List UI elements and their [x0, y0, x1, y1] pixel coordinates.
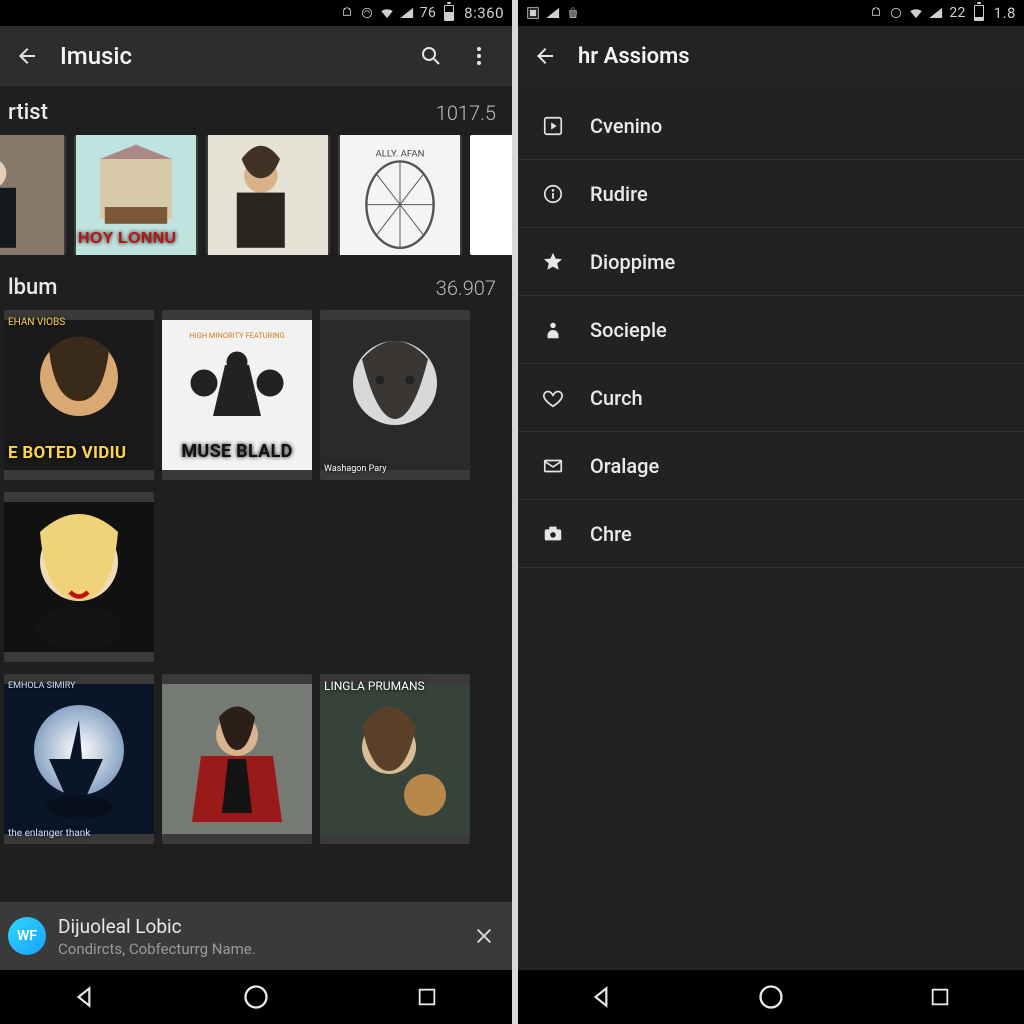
album-thumb[interactable]: EMHOLA SIMIRY the enlanger thank [4, 674, 154, 844]
artist-caption: HOY LONNU [78, 232, 194, 245]
back-button[interactable] [6, 35, 48, 77]
phone-right: 22 1.8 hr Assioms Cvenino Rudire Dioppim… [512, 0, 1024, 1024]
menu-item-label: Rudire [590, 182, 648, 206]
appbar-title: Imusic [54, 42, 404, 70]
bag-icon [566, 6, 580, 20]
battery-percent: 76 [420, 5, 436, 21]
artist-thumb[interactable]: ALLY. AFAN [338, 135, 462, 255]
album-thumb[interactable] [4, 492, 154, 662]
heart-icon [540, 385, 566, 411]
app-bar: Imusic [0, 26, 512, 86]
info-icon [540, 181, 566, 207]
sync-icon [889, 6, 903, 20]
menu-item-oralage[interactable]: Oralage [518, 432, 1024, 500]
section-artist-label: rtist [8, 100, 48, 125]
person-icon [540, 317, 566, 343]
album-thumb[interactable]: EHAN VIOBS E BOTED VIDIU [4, 310, 154, 480]
system-nav-bar [518, 970, 1024, 1024]
svg-text:ALLY. AFAN: ALLY. AFAN [375, 149, 424, 160]
nav-recents-button[interactable] [916, 973, 964, 1021]
battery-icon [972, 6, 986, 20]
album-caption: EMHOLA SIMIRY [8, 680, 150, 693]
section-album-count: 36.907 [436, 276, 496, 300]
wifi-icon [909, 6, 923, 20]
now-playing-bar[interactable]: WF Dijuoleal Lobic Condircts, Cobfecturr… [0, 902, 512, 970]
signal-icon [929, 6, 943, 20]
menu-item-chre[interactable]: Chre [518, 500, 1024, 568]
album-caption: E BOTED VIDIU [8, 447, 150, 460]
album-caption: Washagon Pary [324, 463, 466, 476]
album-row[interactable]: EHAN VIOBS E BOTED VIDIU HIGH MINORITY F… [0, 310, 512, 486]
mail-icon [540, 453, 566, 479]
menu-item-socieple[interactable]: Socieple [518, 296, 1024, 364]
artist-row[interactable]: HOY LONNU ALLY. AFAN [0, 135, 512, 261]
album-row[interactable]: EMHOLA SIMIRY the enlanger thank LINGLA … [0, 668, 512, 850]
artist-thumb[interactable] [0, 135, 66, 255]
menu-item-dioppime[interactable]: Dioppime [518, 228, 1024, 296]
star-icon [540, 249, 566, 275]
android-icon [340, 6, 354, 20]
wifi-icon [380, 6, 394, 20]
album-caption: the enlanger thank [8, 827, 150, 840]
battery-icon [442, 6, 456, 20]
album-thumb[interactable]: Washagon Pary [320, 310, 470, 480]
album-thumb[interactable]: HIGH MINORITY FEATURING MUSE BLALD [162, 310, 312, 480]
album-caption: LINGLA PRUMANS [324, 680, 466, 693]
status-clock: 1.8 [994, 4, 1016, 22]
album-caption: EHAN VIOBS [8, 316, 150, 329]
content-area: rtist 1017.5 HOY LONNU ALLY. AFAN lbum 3… [0, 86, 512, 1024]
menu-item-cvenino[interactable]: Cvenino [518, 92, 1024, 160]
nav-back-button[interactable] [578, 973, 626, 1021]
menu-item-rudire[interactable]: Rudire [518, 160, 1024, 228]
now-playing-text: Dijuoleal Lobic Condircts, Cobfecturrg N… [58, 915, 454, 958]
sync-icon [360, 6, 374, 20]
search-button[interactable] [410, 35, 452, 77]
nav-home-button[interactable] [232, 973, 280, 1021]
nav-back-button[interactable] [61, 973, 109, 1021]
android-icon [869, 6, 883, 20]
menu-item-label: Dioppime [590, 250, 675, 274]
menu-item-label: Chre [590, 522, 632, 546]
artist-thumb[interactable] [206, 135, 330, 255]
album-row[interactable] [0, 486, 512, 668]
menu-item-label: Oralage [590, 454, 659, 478]
menu-item-label: Curch [590, 386, 643, 410]
status-bar: 76 8:360 [0, 0, 512, 26]
now-playing-title: Dijuoleal Lobic [58, 915, 454, 938]
appbar-title: hr Assioms [572, 44, 1012, 69]
menu-item-curch[interactable]: Curch [518, 364, 1024, 432]
app-bar: hr Assioms [518, 26, 1024, 86]
play-icon [540, 113, 566, 139]
system-nav-bar [0, 970, 512, 1024]
svg-text:HIGH MINORITY FEATURING: HIGH MINORITY FEATURING [189, 331, 285, 340]
menu-item-label: Cvenino [590, 114, 662, 138]
content-area: Cvenino Rudire Dioppime Socieple Curch O [518, 86, 1024, 1024]
album-thumb[interactable]: LINGLA PRUMANS [320, 674, 470, 844]
signal-icon [400, 6, 414, 20]
back-button[interactable] [524, 35, 566, 77]
phone-left: 76 8:360 Imusic rtist 1017.5 HOY LON [0, 0, 512, 1024]
artist-thumb[interactable] [470, 135, 512, 255]
section-album-header[interactable]: lbum 36.907 [0, 261, 512, 310]
status-clock: 8:360 [464, 4, 504, 22]
album-thumb[interactable] [162, 674, 312, 844]
menu-item-label: Socieple [590, 318, 667, 342]
now-playing-subtitle: Condircts, Cobfecturrg Name. [58, 940, 454, 958]
artist-thumb[interactable]: HOY LONNU [74, 135, 198, 255]
section-album-label: lbum [8, 275, 57, 300]
picture-icon [526, 6, 540, 20]
menu-list: Cvenino Rudire Dioppime Socieple Curch O [518, 86, 1024, 568]
album-caption: MUSE BLALD [162, 445, 312, 458]
battery-percent: 22 [949, 5, 965, 21]
nav-home-button[interactable] [747, 973, 795, 1021]
nav-recents-button[interactable] [403, 973, 451, 1021]
section-artist-header[interactable]: rtist 1017.5 [0, 86, 512, 135]
status-bar: 22 1.8 [518, 0, 1024, 26]
section-artist-count: 1017.5 [436, 101, 496, 125]
now-playing-avatar: WF [8, 917, 46, 955]
signal-icon [546, 6, 560, 20]
now-playing-close-button[interactable] [466, 918, 502, 954]
overflow-button[interactable] [458, 35, 500, 77]
camera-icon [540, 521, 566, 547]
